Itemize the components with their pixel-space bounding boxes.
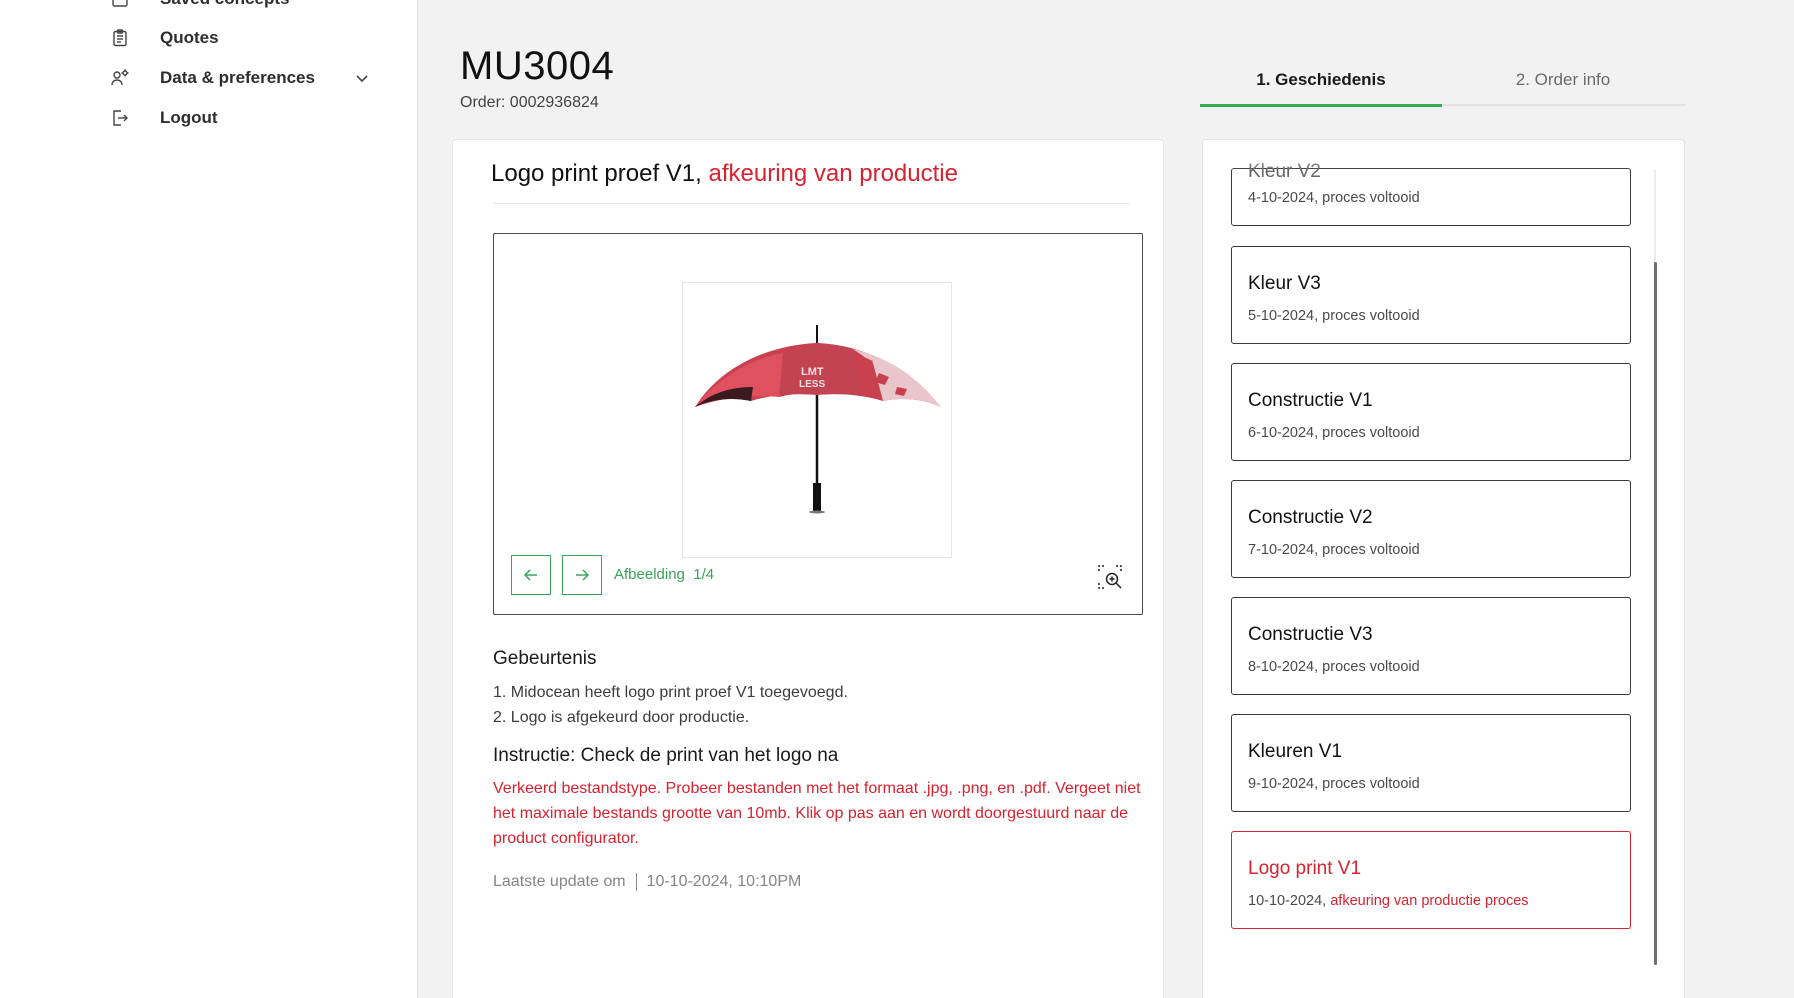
zoom-in-icon [1098, 565, 1122, 589]
clipboard-icon [110, 28, 130, 48]
history-item-title: Constructie V2 [1248, 507, 1373, 528]
image-counter-value: 1/4 [693, 566, 715, 583]
umbrella-logo-mark: LMT [801, 366, 824, 378]
last-update: Laatste update om 10-10-2024, 10:10PM [493, 873, 801, 891]
history-item-kleur-v2[interactable]: Kleur V2 4-10-2024, proces voltooid [1231, 161, 1631, 226]
history-item-constructie-v2[interactable]: Constructie V2 7-10-2024, proces voltooi… [1231, 480, 1631, 578]
history-item-title: Kleur V3 [1248, 273, 1321, 294]
sidebar-item-label: Saved concepts [160, 0, 289, 9]
tab-geschiedenis[interactable]: 1. Geschiedenis [1200, 62, 1442, 107]
event-detail-card: Logo print proef V1, afkeuring van produ… [452, 139, 1164, 998]
card-title: Logo print proef V1, afkeuring van produ… [491, 160, 958, 188]
history-item-constructie-v3[interactable]: Constructie V3 8-10-2024, proces voltooi… [1231, 597, 1631, 695]
history-item-meta: 8-10-2024, proces voltooid [1248, 659, 1420, 675]
image-counter: Afbeelding 1/4 [614, 566, 714, 583]
divider [493, 203, 1129, 204]
error-message: Verkeerd bestandstype. Probeer bestanden… [493, 780, 1141, 847]
events-heading: Gebeurtenis [493, 648, 597, 669]
previous-image-button[interactable] [511, 555, 551, 595]
sidebar-item-quotes[interactable]: Quotes [110, 23, 219, 53]
history-panel: Kleur V2 4-10-2024, proces voltooid Kleu… [1202, 139, 1685, 998]
card-title-status: afkeuring van productie [708, 160, 958, 187]
history-item-kleur-v3[interactable]: Kleur V3 5-10-2024, proces voltooid [1231, 246, 1631, 344]
arrow-right-icon [576, 569, 590, 581]
history-item-logo-print-v1[interactable]: Logo print V1 10-10-2024, afkeuring van … [1231, 831, 1631, 929]
sidebar-item-data-preferences[interactable]: Data & preferences [110, 63, 370, 93]
divider [635, 873, 637, 891]
sidebar-item-saved-concepts[interactable]: Saved concepts [110, 0, 289, 14]
user-settings-icon [110, 68, 130, 88]
list-item: 2. Logo is afgekeurd door productie. [493, 709, 750, 726]
image-viewer: LMT LESS Afbeelding 1/4 [493, 233, 1143, 615]
image-counter-label: Afbeelding [614, 566, 685, 583]
list-item: 1. Midocean heeft logo print proef V1 to… [493, 684, 848, 701]
history-item-title: Logo print V1 [1248, 858, 1362, 879]
history-item-constructie-v1[interactable]: Constructie V1 6-10-2024, proces voltooi… [1231, 363, 1631, 461]
product-image: LMT LESS [682, 282, 952, 558]
instruction-heading: Instructie: Check de print van het logo … [493, 745, 839, 766]
history-item-meta: 9-10-2024, proces voltooid [1248, 776, 1420, 792]
umbrella-image: LMT LESS [695, 325, 941, 514]
history-item-meta: 6-10-2024, proces voltooid [1248, 425, 1420, 441]
sidebar-item-label: Quotes [160, 28, 219, 47]
tab-bar: 1. Geschiedenis 2. Order info [1200, 62, 1686, 107]
save-icon [110, 0, 130, 9]
scrollbar-thumb[interactable] [1654, 262, 1657, 965]
page-title: MU3004 [460, 44, 615, 88]
history-item-meta: 7-10-2024, proces voltooid [1248, 542, 1420, 558]
history-item-meta: 4-10-2024, proces voltooid [1248, 190, 1420, 206]
arrow-left-icon [523, 569, 537, 581]
chevron-down-icon[interactable] [353, 69, 371, 87]
history-item-meta: 10-10-2024, afkeuring van productie proc… [1248, 893, 1529, 909]
card-title-main: Logo print proef V1, [491, 160, 709, 187]
sidebar: Saved concepts Quotes Data & preferences… [0, 0, 418, 998]
sidebar-item-label: Logout [160, 108, 218, 127]
tab-order-info[interactable]: 2. Order info [1442, 62, 1684, 106]
history-item-kleuren-v1[interactable]: Kleuren V1 9-10-2024, proces voltooid [1231, 714, 1631, 812]
history-item-title: Constructie V3 [1248, 624, 1373, 645]
history-item-title: Kleuren V1 [1248, 741, 1343, 762]
history-item-title: Constructie V1 [1248, 390, 1373, 411]
last-update-label: Laatste update om [493, 873, 626, 890]
history-item-meta: 5-10-2024, proces voltooid [1248, 308, 1420, 324]
sidebar-item-logout[interactable]: Logout [110, 103, 218, 133]
last-update-value: 10-10-2024, 10:10PM [646, 873, 802, 890]
order-number: Order: 0002936824 [460, 94, 599, 111]
logout-icon [110, 108, 130, 128]
scroll-fade [1203, 140, 1653, 170]
next-image-button[interactable] [562, 555, 602, 595]
svg-text:LESS: LESS [799, 379, 825, 390]
zoom-button[interactable] [1097, 564, 1123, 590]
event-list: 1. Midocean heeft logo print proef V1 to… [493, 680, 848, 730]
sidebar-item-label: Data & preferences [160, 68, 315, 87]
